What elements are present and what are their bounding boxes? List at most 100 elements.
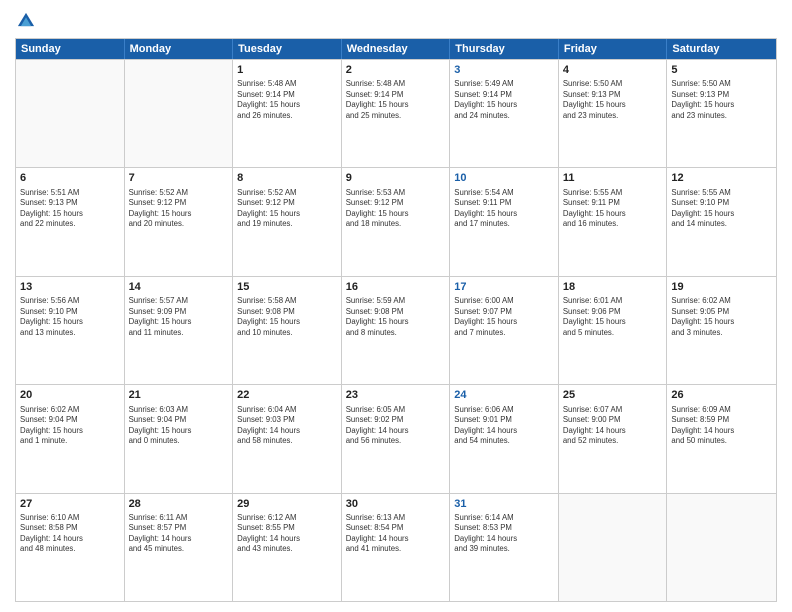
day-number: 21 [129,388,229,402]
day-number: 7 [129,171,229,185]
calendar-cell: 27 Sunrise: 6:10 AM Sunset: 8:58 PM Dayli… [16,494,125,601]
header-day-monday: Monday [125,39,234,59]
day-info: Sunrise: 5:52 AM Sunset: 9:12 PM Dayligh… [237,188,337,230]
day-number: 25 [563,388,663,402]
day-info: Sunrise: 5:51 AM Sunset: 9:13 PM Dayligh… [20,188,120,230]
calendar-cell: 9 Sunrise: 5:53 AM Sunset: 9:12 PM Daylig… [342,168,451,275]
day-info: Sunrise: 6:01 AM Sunset: 9:06 PM Dayligh… [563,296,663,338]
calendar-cell: 8 Sunrise: 5:52 AM Sunset: 9:12 PM Daylig… [233,168,342,275]
calendar-cell: 19 Sunrise: 6:02 AM Sunset: 9:05 PM Dayli… [667,277,776,384]
day-info: Sunrise: 6:14 AM Sunset: 8:53 PM Dayligh… [454,513,554,555]
day-number: 31 [454,497,554,511]
header-day-wednesday: Wednesday [342,39,451,59]
calendar-cell: 6 Sunrise: 5:51 AM Sunset: 9:13 PM Daylig… [16,168,125,275]
calendar-cell: 15 Sunrise: 5:58 AM Sunset: 9:08 PM Dayli… [233,277,342,384]
calendar-cell: 21 Sunrise: 6:03 AM Sunset: 9:04 PM Dayli… [125,385,234,492]
calendar-row-3: 20Sunrise: 6:02 AM Sunset: 9:04 PM Dayli… [16,384,776,492]
calendar-cell: 23Sunrise: 6:05 AM Sunset: 9:02 PM Dayli… [342,385,451,492]
header-day-saturday: Saturday [667,39,776,59]
calendar-cell: 14 Sunrise: 5:57 AM Sunset: 9:09 PM Dayli… [125,277,234,384]
header-day-sunday: Sunday [16,39,125,59]
day-info: Sunrise: 6:09 AM Sunset: 8:59 PM Dayligh… [671,405,772,447]
calendar-cell: 10 Sunrise: 5:54 AM Sunset: 9:11 PM Dayli… [450,168,559,275]
calendar-cell: 3Sunrise: 5:49 AM Sunset: 9:14 PM Daylig… [450,60,559,167]
day-number: 10 [454,171,554,185]
header [15,10,777,32]
calendar-cell [559,494,668,601]
day-number: 6 [20,171,120,185]
day-number: 11 [563,171,663,185]
calendar-cell: 2 Sunrise: 5:48 AM Sunset: 9:14 PM Daylig… [342,60,451,167]
day-number: 29 [237,497,337,511]
day-number: 15 [237,280,337,294]
calendar-row-1: 6 Sunrise: 5:51 AM Sunset: 9:13 PM Daylig… [16,167,776,275]
calendar-cell: 17 Sunrise: 6:00 AM Sunset: 9:07 PM Dayli… [450,277,559,384]
day-number: 19 [671,280,772,294]
day-number: 26 [671,388,772,402]
day-number: 16 [346,280,446,294]
day-info: Sunrise: 6:00 AM Sunset: 9:07 PM Dayligh… [454,296,554,338]
day-info: Sunrise: 6:10 AM Sunset: 8:58 PM Dayligh… [20,513,120,555]
calendar-cell: 11 Sunrise: 5:55 AM Sunset: 9:11 PM Dayli… [559,168,668,275]
logo-icon [15,10,37,32]
header-day-friday: Friday [559,39,668,59]
day-info: Sunrise: 5:57 AM Sunset: 9:09 PM Dayligh… [129,296,229,338]
day-info: Sunrise: 5:52 AM Sunset: 9:12 PM Dayligh… [129,188,229,230]
day-info: Sunrise: 6:06 AM Sunset: 9:01 PM Dayligh… [454,405,554,447]
calendar-cell: 4 Sunrise: 5:50 AM Sunset: 9:13 PM Daylig… [559,60,668,167]
day-info: Sunrise: 5:50 AM Sunset: 9:13 PM Dayligh… [671,79,772,121]
day-number: 27 [20,497,120,511]
logo [15,10,40,32]
day-info: Sunrise: 5:58 AM Sunset: 9:08 PM Dayligh… [237,296,337,338]
day-number: 9 [346,171,446,185]
day-number: 17 [454,280,554,294]
day-info: Sunrise: 5:56 AM Sunset: 9:10 PM Dayligh… [20,296,120,338]
calendar-cell: 22Sunrise: 6:04 AM Sunset: 9:03 PM Dayli… [233,385,342,492]
calendar-cell [16,60,125,167]
day-info: Sunrise: 6:13 AM Sunset: 8:54 PM Dayligh… [346,513,446,555]
calendar-cell: 25 Sunrise: 6:07 AM Sunset: 9:00 PM Dayli… [559,385,668,492]
day-info: Sunrise: 5:50 AM Sunset: 9:13 PM Dayligh… [563,79,663,121]
day-number: 14 [129,280,229,294]
day-info: Sunrise: 5:55 AM Sunset: 9:10 PM Dayligh… [671,188,772,230]
day-info: Sunrise: 5:48 AM Sunset: 9:14 PM Dayligh… [346,79,446,121]
calendar-cell: 26 Sunrise: 6:09 AM Sunset: 8:59 PM Dayli… [667,385,776,492]
calendar-cell: 1 Sunrise: 5:48 AM Sunset: 9:14 PM Daylig… [233,60,342,167]
calendar-cell: 7 Sunrise: 5:52 AM Sunset: 9:12 PM Daylig… [125,168,234,275]
day-info: Sunrise: 6:04 AM Sunset: 9:03 PM Dayligh… [237,405,337,447]
day-info: Sunrise: 6:07 AM Sunset: 9:00 PM Dayligh… [563,405,663,447]
header-day-tuesday: Tuesday [233,39,342,59]
calendar: SundayMondayTuesdayWednesdayThursdayFrid… [15,38,777,602]
day-number: 13 [20,280,120,294]
calendar-row-4: 27 Sunrise: 6:10 AM Sunset: 8:58 PM Dayli… [16,493,776,601]
day-info: Sunrise: 5:54 AM Sunset: 9:11 PM Dayligh… [454,188,554,230]
day-info: Sunrise: 6:02 AM Sunset: 9:04 PM Dayligh… [20,405,120,447]
day-number: 5 [671,63,772,77]
day-number: 28 [129,497,229,511]
day-info: Sunrise: 6:03 AM Sunset: 9:04 PM Dayligh… [129,405,229,447]
calendar-cell: 29 Sunrise: 6:12 AM Sunset: 8:55 PM Dayli… [233,494,342,601]
calendar-row-2: 13 Sunrise: 5:56 AM Sunset: 9:10 PM Dayli… [16,276,776,384]
day-info: Sunrise: 5:55 AM Sunset: 9:11 PM Dayligh… [563,188,663,230]
day-number: 4 [563,63,663,77]
calendar-cell: 12 Sunrise: 5:55 AM Sunset: 9:10 PM Dayli… [667,168,776,275]
calendar-body: 1 Sunrise: 5:48 AM Sunset: 9:14 PM Daylig… [16,59,776,601]
day-number: 12 [671,171,772,185]
day-info: Sunrise: 5:49 AM Sunset: 9:14 PM Dayligh… [454,79,554,121]
calendar-cell: 5 Sunrise: 5:50 AM Sunset: 9:13 PM Daylig… [667,60,776,167]
day-number: 1 [237,63,337,77]
day-info: Sunrise: 6:12 AM Sunset: 8:55 PM Dayligh… [237,513,337,555]
day-info: Sunrise: 5:48 AM Sunset: 9:14 PM Dayligh… [237,79,337,121]
day-number: 8 [237,171,337,185]
header-day-thursday: Thursday [450,39,559,59]
calendar-cell [125,60,234,167]
day-number: 24 [454,388,554,402]
calendar-cell: 28Sunrise: 6:11 AM Sunset: 8:57 PM Dayli… [125,494,234,601]
day-info: Sunrise: 5:53 AM Sunset: 9:12 PM Dayligh… [346,188,446,230]
calendar-cell: 30Sunrise: 6:13 AM Sunset: 8:54 PM Dayli… [342,494,451,601]
calendar-cell: 24 Sunrise: 6:06 AM Sunset: 9:01 PM Dayli… [450,385,559,492]
day-info: Sunrise: 5:59 AM Sunset: 9:08 PM Dayligh… [346,296,446,338]
day-info: Sunrise: 6:02 AM Sunset: 9:05 PM Dayligh… [671,296,772,338]
day-number: 2 [346,63,446,77]
day-info: Sunrise: 6:05 AM Sunset: 9:02 PM Dayligh… [346,405,446,447]
